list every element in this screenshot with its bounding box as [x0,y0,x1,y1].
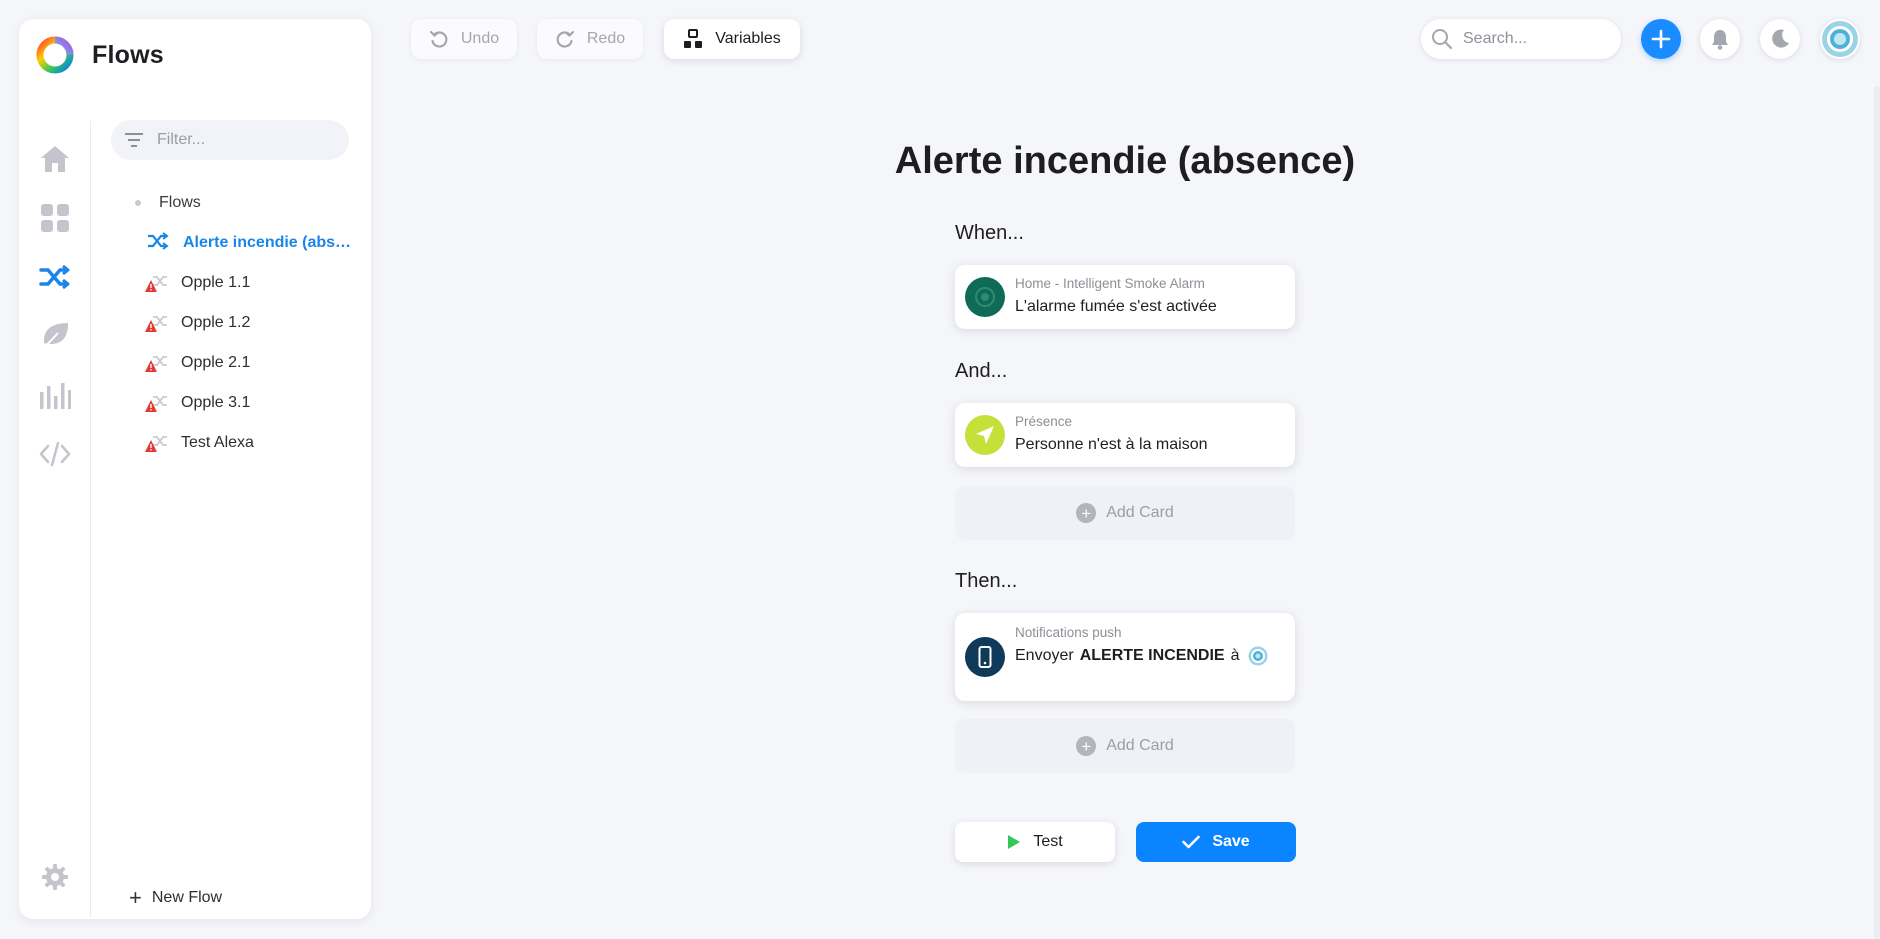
flow-item-opple-2-1[interactable]: Opple 2.1 [115,349,365,377]
plus-icon [1651,29,1671,49]
and-condition-card[interactable]: Présence Personne n'est à la maison [955,403,1295,467]
recipient-avatar-icon[interactable] [1248,646,1268,666]
sidebar-panel: Flows Filter... Flows Alerte incendie (a… [19,19,371,919]
variables-icon [683,29,703,49]
plus-icon: + [129,885,142,910]
tree-root-label: Flows [159,194,201,211]
variables-button[interactable]: Variables [664,19,800,59]
mobile-phone-icon [965,637,1005,677]
flow-item-label: Opple 1.2 [181,314,251,331]
dark-mode-button[interactable] [1760,19,1800,59]
filter-box[interactable] [111,120,349,160]
test-label: Test [1033,833,1063,850]
add-action-card-button[interactable]: + Add Card [955,719,1295,773]
then-action-card[interactable]: Notifications push Envoyer ALERTE INCEND… [955,613,1295,701]
flow-item-label: Opple 2.1 [181,354,251,371]
moon-icon [1769,28,1791,50]
smoke-alarm-icon [965,277,1005,317]
avatar-icon [1821,20,1859,58]
flow-item-test-alexa[interactable]: Test Alexa [115,429,365,457]
settings-gear-icon[interactable] [37,859,73,895]
dashboard-grid-icon[interactable] [37,200,73,236]
energy-leaf-icon[interactable] [37,318,73,354]
code-icon[interactable] [37,436,73,472]
rail-divider [90,121,91,917]
nav-rail [37,141,73,495]
save-label: Save [1212,833,1250,850]
broken-flow-warning-icon [145,312,169,334]
search-icon [1431,28,1453,50]
save-button[interactable]: Save [1136,822,1296,862]
and-card-subtitle: Présence [1015,414,1073,429]
new-flow-button[interactable]: + New Flow [129,887,222,909]
home-icon[interactable] [37,141,73,177]
undo-button[interactable]: Undo [411,19,517,59]
then-card-suffix: à [1230,647,1240,664]
search-box[interactable] [1421,19,1621,59]
flow-shuffle-icon [147,232,171,254]
undo-label: Undo [460,30,500,47]
add-button[interactable] [1641,19,1681,59]
filter-icon [125,133,143,147]
flow-item-label: Opple 3.1 [181,394,251,411]
insights-bars-icon[interactable] [37,377,73,413]
add-circle-icon: + [1076,736,1097,756]
test-button[interactable]: Test [955,822,1115,862]
redo-icon [555,29,575,49]
tree-root-folder[interactable]: Flows [115,189,365,217]
sidebar-header: Flows [35,35,164,75]
flows-tree: Flows Alerte incendie (abs… Opple 1.1 Op… [115,189,365,457]
flow-item-alerte-incendie[interactable]: Alerte incendie (abs… [115,229,365,257]
and-card-text: Personne n'est à la maison [1015,436,1208,453]
search-input[interactable] [1463,30,1613,48]
then-section-label: Then... [955,570,1018,592]
broken-flow-warning-icon [145,432,169,454]
then-card-prefix: Envoyer [1015,647,1074,664]
presence-arrow-icon [965,415,1005,455]
undo-icon [429,29,449,49]
add-circle-icon: + [1076,503,1097,523]
flow-item-label: Opple 1.1 [181,274,251,291]
folder-dot-icon [135,200,141,206]
when-card-text: L'alarme fumée s'est activée [1015,298,1217,315]
flow-item-label: Test Alexa [181,434,254,451]
variables-label: Variables [715,30,781,47]
app-logo-icon [35,35,75,75]
flow-item-opple-1-1[interactable]: Opple 1.1 [115,269,365,297]
then-card-text: Envoyer ALERTE INCENDIE à [1015,646,1268,666]
broken-flow-warning-icon [145,392,169,414]
play-icon [1007,834,1021,850]
and-section-label: And... [955,360,1008,382]
then-card-message-token[interactable]: ALERTE INCENDIE [1080,647,1225,665]
redo-button[interactable]: Redo [537,19,643,59]
filter-input[interactable] [157,131,337,149]
when-trigger-card[interactable]: Home - Intelligent Smoke Alarm L'alarme … [955,265,1295,329]
flows-shuffle-icon[interactable] [37,259,73,295]
notifications-button[interactable] [1700,19,1740,59]
bell-icon [1710,28,1730,50]
flow-item-label: Alerte incendie (abs… [183,234,352,251]
broken-flow-warning-icon [145,272,169,294]
flow-title[interactable]: Alerte incendie (absence) [855,140,1395,183]
when-card-subtitle: Home - Intelligent Smoke Alarm [1015,276,1205,291]
redo-label: Redo [586,30,626,47]
add-condition-card-button[interactable]: + Add Card [955,486,1295,540]
user-avatar[interactable] [1820,19,1860,59]
checkmark-icon [1182,835,1201,849]
new-flow-label: New Flow [151,889,223,906]
then-card-subtitle: Notifications push [1015,625,1122,640]
add-card-label: Add Card [1106,737,1174,754]
flow-item-opple-3-1[interactable]: Opple 3.1 [115,389,365,417]
broken-flow-warning-icon [145,352,169,374]
sidebar-title: Flows [92,40,164,69]
when-section-label: When... [955,222,1024,244]
add-card-label: Add Card [1106,504,1174,521]
flow-item-opple-1-2[interactable]: Opple 1.2 [115,309,365,337]
page-scrollbar[interactable] [1874,86,1880,939]
